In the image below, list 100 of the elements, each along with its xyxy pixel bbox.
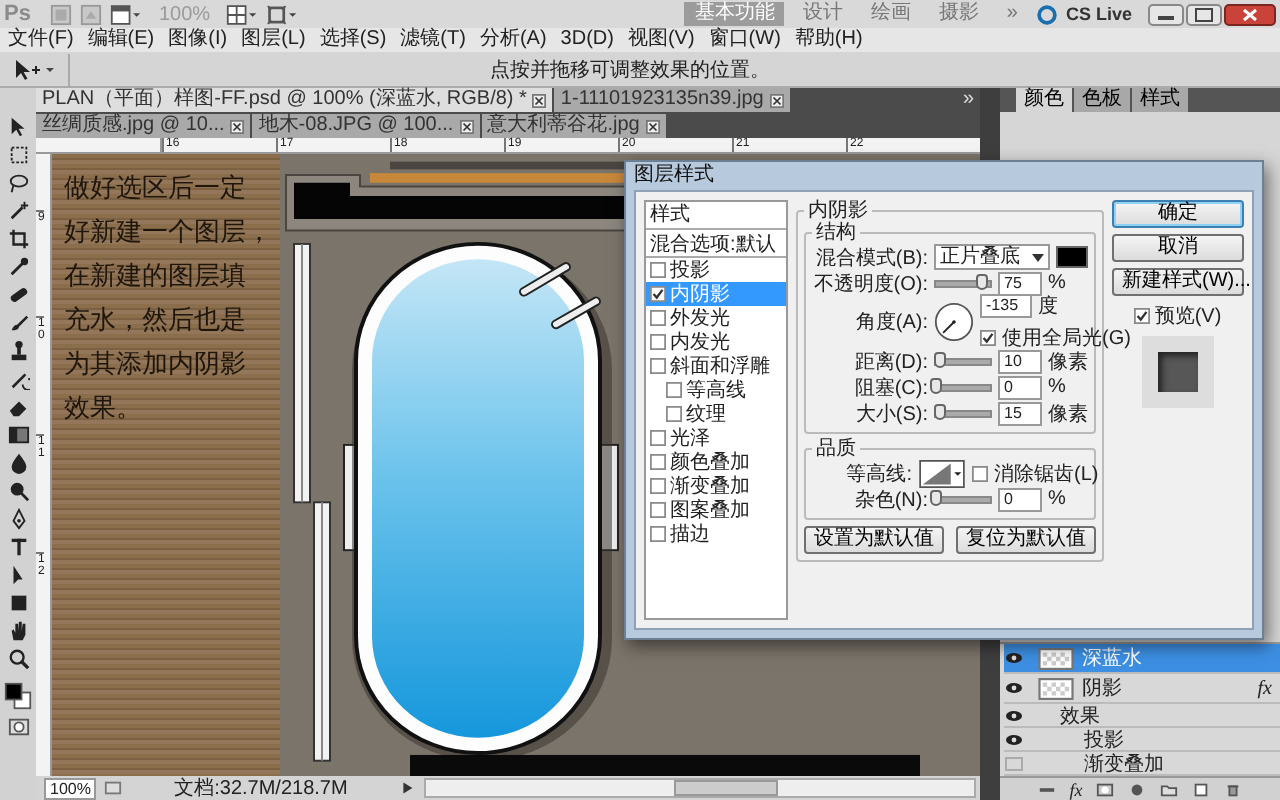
mask-icon[interactable] (1096, 781, 1115, 797)
layer-row[interactable]: 阴影 fx (1004, 674, 1280, 704)
checkbox[interactable] (650, 430, 666, 446)
menu-item[interactable]: 3D(D) (560, 28, 614, 52)
dialog-button[interactable]: 新建样式(W)... (1112, 268, 1244, 296)
color-swatch[interactable] (1056, 246, 1088, 268)
close-icon[interactable] (459, 119, 474, 133)
menu-item[interactable]: 视图(V) (627, 28, 695, 52)
close-icon[interactable] (230, 119, 245, 133)
style-item[interactable]: 斜面和浮雕 (646, 354, 786, 378)
play-icon[interactable] (398, 780, 417, 796)
slider[interactable] (934, 279, 992, 287)
menu-item[interactable]: 图层(L) (241, 28, 306, 52)
trash-icon[interactable] (1224, 781, 1243, 797)
maximize-button[interactable] (1186, 3, 1222, 25)
move-tool-icon[interactable] (12, 57, 56, 81)
blur-icon[interactable] (7, 452, 29, 474)
history-icon[interactable] (7, 368, 29, 390)
arrange-icon[interactable] (226, 3, 259, 25)
checkbox[interactable] (650, 478, 666, 494)
color-swatches-icon[interactable] (4, 682, 32, 710)
value-field[interactable]: 75 (998, 271, 1042, 295)
document-tab[interactable]: PLAN（平面）样图-FF.psd @ 100% (深蓝水, RGB/8) * (36, 88, 553, 112)
close-icon[interactable] (645, 119, 660, 133)
blend-mode-dropdown[interactable]: 正片叠底 (934, 244, 1050, 270)
more-tabs-button[interactable]: » (956, 88, 980, 112)
menu-item[interactable]: 分析(A) (479, 28, 547, 52)
cs-live-icon[interactable] (1035, 3, 1058, 25)
default-button[interactable]: 复位为默认值 (956, 526, 1096, 554)
checkbox[interactable] (972, 465, 988, 481)
value-field[interactable]: 10 (998, 349, 1042, 373)
value-field[interactable]: 0 (998, 375, 1042, 399)
slider[interactable] (934, 409, 992, 417)
document-tab[interactable]: 地木-08.JPG @ 100... (252, 114, 480, 138)
checkbox[interactable] (1134, 308, 1151, 324)
checkbox[interactable] (650, 334, 666, 350)
dialog-button[interactable]: 确定 (1112, 200, 1244, 228)
contour-picker[interactable] (918, 459, 966, 487)
checkbox[interactable] (650, 454, 666, 470)
type-icon[interactable] (7, 536, 29, 558)
close-icon[interactable] (532, 93, 547, 107)
menu-item[interactable]: 帮助(H) (794, 28, 863, 52)
style-item[interactable]: 颜色叠加 (646, 450, 786, 474)
layer-row[interactable]: 投影 (1004, 728, 1280, 752)
magic-wand-icon[interactable] (7, 200, 29, 222)
eye-icon[interactable] (1004, 680, 1024, 696)
zoom-field[interactable]: 100% (44, 777, 97, 799)
checkbox[interactable] (650, 526, 666, 542)
eye-icon[interactable] (1004, 707, 1024, 723)
style-item[interactable]: 渐变叠加 (646, 474, 786, 498)
checkbox[interactable] (980, 330, 996, 346)
checkbox[interactable] (666, 382, 682, 398)
menu-item[interactable]: 滤镜(T) (400, 28, 466, 52)
menu-item[interactable]: 编辑(E) (87, 28, 155, 52)
screen-mode-icon[interactable] (266, 3, 299, 25)
eraser-icon[interactable] (7, 396, 29, 418)
checkbox[interactable] (650, 262, 666, 278)
eyedropper-icon[interactable] (7, 256, 29, 278)
panel-tab[interactable]: 样式 (1132, 88, 1188, 112)
value-field[interactable]: 15 (998, 401, 1042, 425)
slider[interactable] (934, 495, 992, 503)
close-button[interactable] (1224, 3, 1276, 25)
default-button[interactable]: 设置为默认值 (804, 526, 944, 554)
panel-tab[interactable]: 颜色 (1016, 88, 1072, 112)
style-item[interactable]: 外发光 (646, 306, 786, 330)
add-style-button[interactable]: fx (1069, 779, 1083, 799)
angle-field[interactable]: -135 (980, 294, 1032, 318)
checkbox[interactable] (650, 502, 666, 518)
horizontal-scrollbar[interactable] (424, 778, 976, 798)
checkbox[interactable] (650, 310, 666, 326)
dialog-button[interactable]: 取消 (1112, 234, 1244, 262)
menu-item[interactable]: 文件(F) (8, 28, 74, 52)
value-field[interactable]: 0 (998, 487, 1042, 511)
folder-icon[interactable] (1160, 781, 1179, 797)
document-tab[interactable]: 1-11101923135n39.jpg (554, 88, 790, 112)
layer-row[interactable]: 效果 (1004, 704, 1280, 728)
style-item[interactable]: 光泽 (646, 426, 786, 450)
lasso-icon[interactable] (7, 172, 29, 194)
close-icon[interactable] (769, 93, 784, 107)
panel-tab[interactable]: 色板 (1074, 88, 1130, 112)
hand-icon[interactable] (7, 620, 29, 642)
shape-icon[interactable] (7, 592, 29, 614)
move-tool-icon[interactable] (7, 116, 29, 138)
stamp-icon[interactable] (7, 340, 29, 362)
marquee-icon[interactable] (7, 144, 29, 166)
menu-item[interactable]: 图像(I) (168, 28, 228, 52)
dodge-icon[interactable] (7, 480, 29, 502)
gradient-icon[interactable] (7, 424, 29, 446)
cs-live-menu[interactable]: CS Live (1065, 4, 1132, 24)
adjustment-icon[interactable] (1128, 781, 1147, 797)
style-item[interactable]: 纹理 (646, 402, 786, 426)
style-item[interactable]: 混合选项:默认 (646, 230, 786, 258)
style-item[interactable]: 等高线 (646, 378, 786, 402)
angle-dial[interactable] (934, 302, 974, 342)
style-item[interactable]: 图案叠加 (646, 498, 786, 522)
brush-icon[interactable] (7, 312, 29, 334)
menu-item[interactable]: 窗口(W) (708, 28, 781, 52)
slider[interactable] (934, 383, 992, 391)
checkbox[interactable] (650, 286, 666, 302)
view-extras-icon[interactable] (110, 3, 143, 25)
